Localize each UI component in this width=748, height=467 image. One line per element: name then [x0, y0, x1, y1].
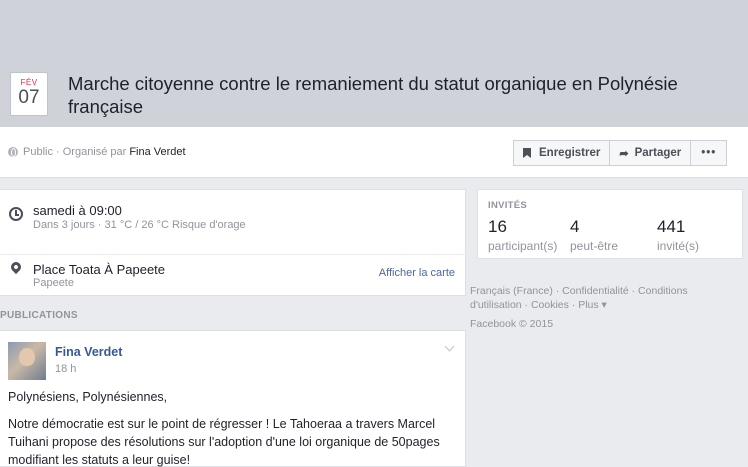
event-place[interactable]: Place Toata À Papeete [33, 262, 165, 277]
clock-icon [9, 207, 23, 221]
going-label[interactable]: participant(s) [488, 239, 557, 253]
post-author[interactable]: Fina Verdet [55, 345, 122, 359]
date-day: 07 [18, 87, 40, 108]
invites-card: INVITÉS 16 participant(s) 4 peut-être 44… [477, 189, 743, 259]
publications-heading: PUBLICATIONS [0, 310, 78, 321]
date-month: FÉV [20, 78, 38, 87]
event-subbar: Public · Organisé par Fina Verdet Enregi… [0, 127, 748, 178]
share-arrow-icon: ➦ [619, 147, 629, 160]
bookmark-icon [523, 148, 531, 158]
copyright: Facebook © 2015 [470, 318, 554, 330]
going-count[interactable]: 16 [488, 217, 507, 237]
invited-label[interactable]: invité(s) [657, 239, 699, 253]
save-label: Enregistrer [539, 147, 601, 159]
event-header: FÉV 07 Marche citoyenne contre le remani… [0, 0, 748, 127]
event-time: samedi à 09:00 [33, 203, 122, 218]
avatar[interactable] [8, 342, 46, 380]
event-city: Papeete [33, 277, 74, 289]
post-body: Notre démocratie est sur le point de rég… [8, 417, 440, 467]
pin-icon [8, 259, 24, 275]
share-button[interactable]: ➦ Partager [609, 140, 692, 166]
date-badge: FÉV 07 [10, 72, 48, 116]
event-details: samedi à 09:00 Dans 3 jours · 31 °C / 26… [0, 189, 466, 296]
invites-title: INVITÉS [488, 200, 528, 211]
share-label: Partager [634, 147, 682, 159]
privacy-info: Public · Organisé par Fina Verdet [8, 146, 186, 158]
event-weather: Dans 3 jours · 31 °C / 26 °C Risque d'or… [33, 219, 246, 231]
maybe-label[interactable]: peut-être [570, 239, 618, 253]
organizer-link[interactable]: Fina Verdet [129, 146, 185, 158]
save-button[interactable]: Enregistrer [513, 140, 611, 166]
show-map-link[interactable]: Afficher la carte [379, 267, 455, 279]
post-greeting: Polynésiens, Polynésiennes, [8, 390, 168, 404]
chevron-down-icon[interactable] [444, 341, 455, 352]
action-buttons: Enregistrer ➦ Partager ••• [513, 140, 728, 166]
place-row: Place Toata À Papeete Papeete Afficher l… [0, 254, 466, 289]
invited-count[interactable]: 441 [657, 217, 685, 237]
globe-icon [8, 147, 18, 157]
post-timestamp[interactable]: 18 h [55, 363, 76, 375]
footer-links[interactable]: Français (France) · Confidentialité · Co… [470, 284, 735, 312]
privacy-text: Public · Organisé par [23, 146, 127, 158]
event-title: Marche citoyenne contre le remaniement d… [68, 73, 678, 117]
more-options-button[interactable]: ••• [690, 140, 728, 166]
maybe-count[interactable]: 4 [570, 217, 579, 237]
post-card: Fina Verdet 18 h Polynésiens, Polynésien… [0, 330, 466, 467]
